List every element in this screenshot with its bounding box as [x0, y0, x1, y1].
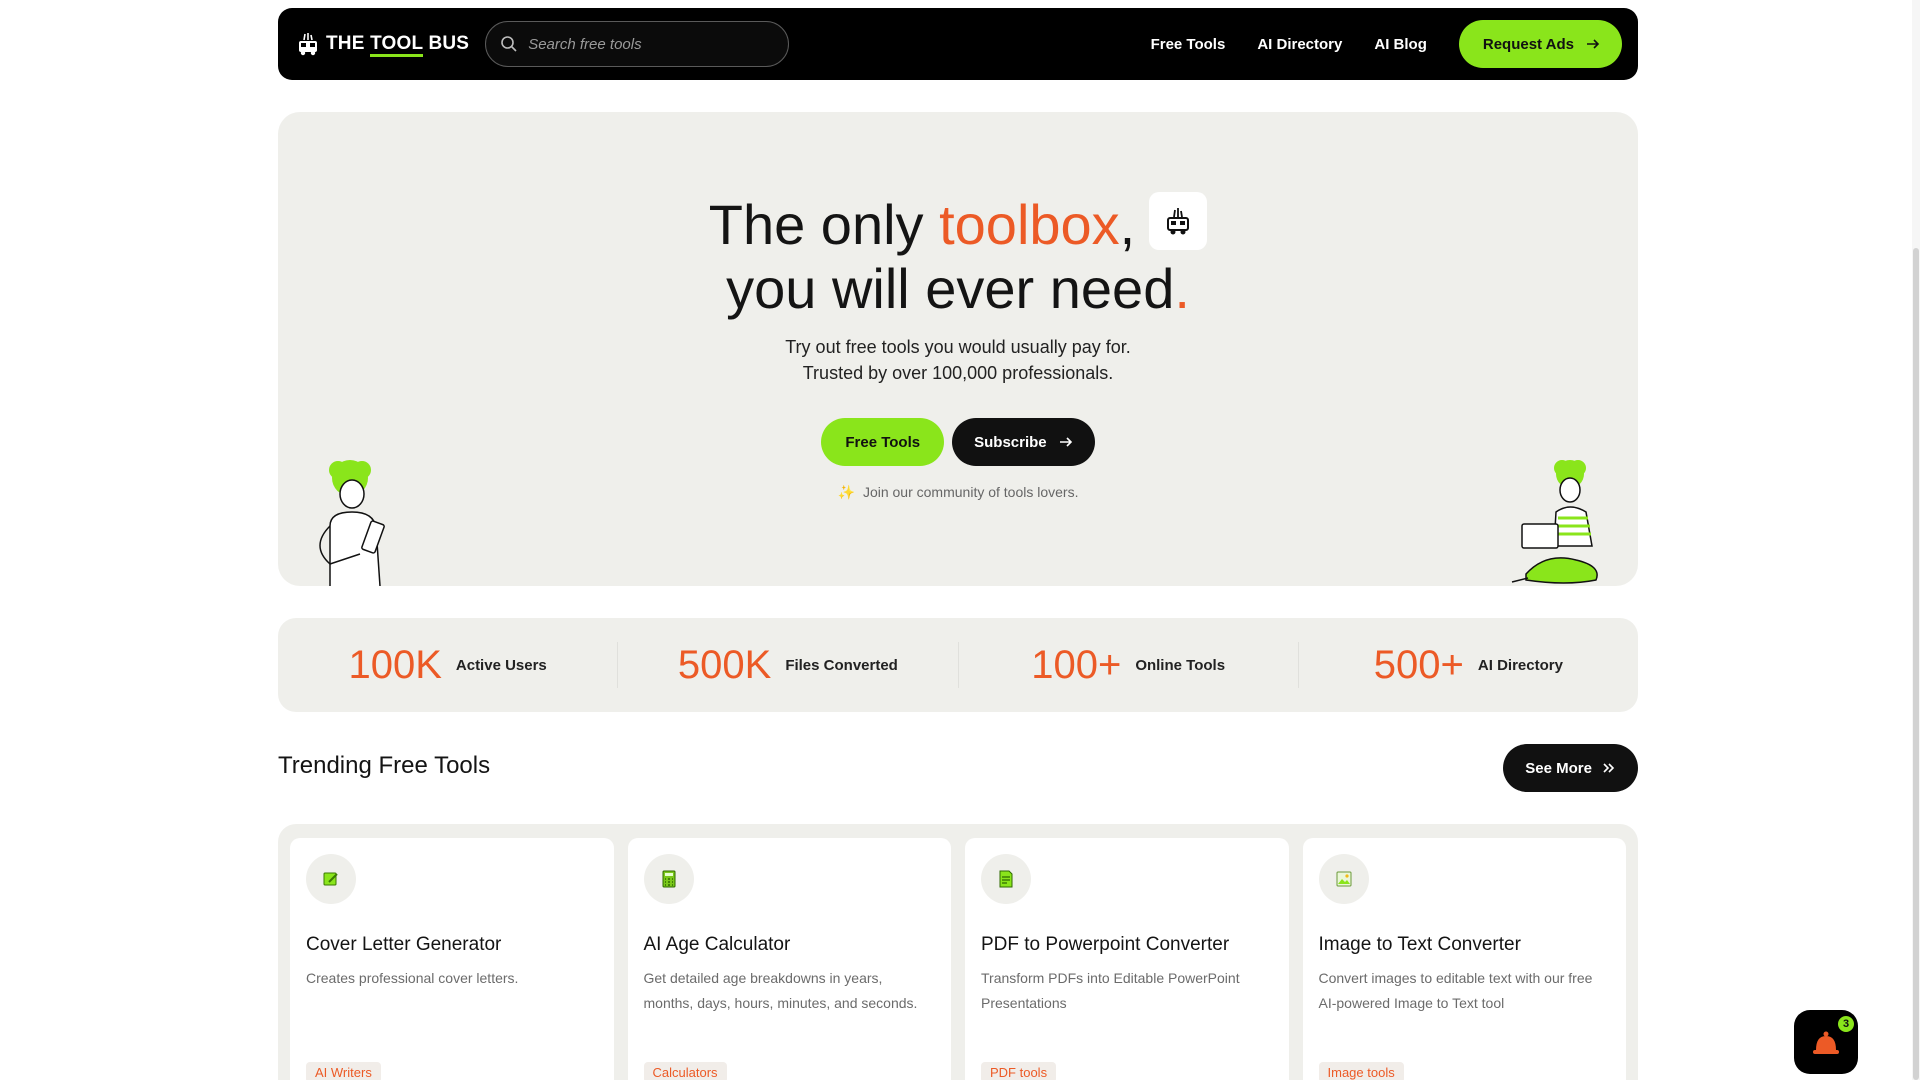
- trending-tools-grid: Cover Letter Generator Creates professio…: [278, 824, 1638, 1080]
- card-description: Transform PDFs into Editable PowerPoint …: [981, 970, 1240, 1011]
- stat-label: Online Tools: [1135, 656, 1226, 674]
- stat-label: Active Users: [455, 656, 547, 674]
- hero-subtitle-line-2: Trusted by over 100,000 professionals.: [802, 363, 1114, 383]
- stat-label: Files Converted: [785, 656, 898, 674]
- calculator-icon: [643, 854, 694, 904]
- stat-label: AI Directory: [1477, 656, 1563, 674]
- stat-files-converted: 500K Files Converted: [618, 642, 959, 688]
- scrollbar-thumb[interactable]: [1913, 248, 1919, 1080]
- tool-card-image-to-text[interactable]: Image to Text Converter Convert images t…: [1302, 838, 1626, 1080]
- brand-name: THE TOOL BUS: [326, 33, 469, 57]
- card-category-tag[interactable]: Image tools: [1318, 1062, 1404, 1080]
- request-ads-label: Request Ads: [1482, 35, 1574, 53]
- chat-widget-button[interactable]: 3: [1794, 1010, 1858, 1074]
- nav-link-free-tools[interactable]: Free Tools: [1151, 36, 1226, 53]
- stat-value: 100+: [1031, 642, 1122, 687]
- subscribe-button[interactable]: Subscribe: [952, 418, 1095, 466]
- hero-section: The only toolbox, you will ever need. Tr…: [278, 112, 1638, 586]
- image-icon: [1318, 854, 1369, 904]
- stat-value: 100K: [348, 642, 442, 687]
- card-description: Creates professional cover letters.: [306, 970, 519, 986]
- bus-badge-icon: [1149, 192, 1208, 251]
- nav-link-ai-directory[interactable]: AI Directory: [1257, 36, 1342, 53]
- tool-card-age-calculator[interactable]: AI Age Calculator Get detailed age break…: [627, 838, 951, 1080]
- stat-value: 500+: [1373, 642, 1464, 687]
- cover-letter-icon: [306, 854, 356, 904]
- arrow-right-icon: [1587, 39, 1600, 49]
- hero-title: The only toolbox, you will ever need.: [278, 192, 1638, 320]
- request-ads-button[interactable]: Request Ads: [1458, 20, 1622, 68]
- hero-subtitle-line-1: Try out free tools you would usually pay…: [785, 337, 1131, 357]
- stats-bar: 100K Active Users 500K Files Converted 1…: [278, 618, 1638, 712]
- stat-online-tools: 100+ Online Tools: [959, 642, 1299, 688]
- card-category-tag[interactable]: AI Writers: [306, 1062, 381, 1080]
- document-icon: [981, 854, 1031, 904]
- search-box[interactable]: [485, 21, 790, 67]
- stat-active-users: 100K Active Users: [278, 642, 619, 688]
- stat-ai-directory: 500+ AI Directory: [1299, 642, 1638, 688]
- see-more-button[interactable]: See More: [1503, 744, 1638, 792]
- person-with-laptop-illustration: [1511, 460, 1598, 584]
- see-more-label: See More: [1525, 759, 1592, 777]
- hero-subtitle: Try out free tools you would usually pay…: [278, 334, 1638, 386]
- card-title: AI Age Calculator: [643, 934, 791, 955]
- trending-section-title: Trending Free Tools: [278, 752, 491, 779]
- top-navbar: THE TOOL BUS Free Tools AI Directory AI …: [278, 8, 1638, 80]
- search-input[interactable]: [528, 35, 769, 53]
- card-title: Cover Letter Generator: [306, 934, 502, 955]
- free-tools-button[interactable]: Free Tools: [821, 418, 945, 466]
- brand-logo-link[interactable]: THE TOOL BUS: [296, 31, 469, 57]
- card-category-tag[interactable]: Calculators: [643, 1062, 727, 1080]
- notification-count-badge: 3: [1838, 1016, 1854, 1032]
- hero-actions: Free Tools Subscribe: [278, 418, 1638, 466]
- nav-link-ai-blog[interactable]: AI Blog: [1374, 36, 1427, 53]
- arrow-right-icon: [1059, 437, 1072, 447]
- tool-card-cover-letter[interactable]: Cover Letter Generator Creates professio…: [290, 838, 614, 1080]
- search-icon: [501, 36, 517, 52]
- double-chevron-right-icon: [1603, 763, 1615, 773]
- stat-value: 500K: [677, 642, 772, 687]
- person-with-tablet-illustration: [319, 460, 385, 586]
- page-scrollbar[interactable]: [1912, 0, 1920, 1080]
- card-description: Get detailed age breakdowns in years, mo…: [643, 970, 918, 1011]
- nav-links: Free Tools AI Directory AI Blog Request …: [1151, 20, 1622, 68]
- card-category-tag[interactable]: PDF tools: [981, 1062, 1057, 1080]
- community-note: ✨ Join our community of tools lovers.: [837, 484, 1079, 500]
- card-title: PDF to Powerpoint Converter: [981, 934, 1230, 955]
- card-title: Image to Text Converter: [1318, 934, 1521, 955]
- sparkle-icon: ✨: [837, 484, 855, 500]
- subscribe-label: Subscribe: [974, 433, 1047, 451]
- bus-logo-icon: [299, 33, 317, 56]
- tool-card-pdf-to-powerpoint[interactable]: PDF to Powerpoint Converter Transform PD…: [965, 838, 1289, 1080]
- card-description: Convert images to editable text with our…: [1318, 970, 1593, 1011]
